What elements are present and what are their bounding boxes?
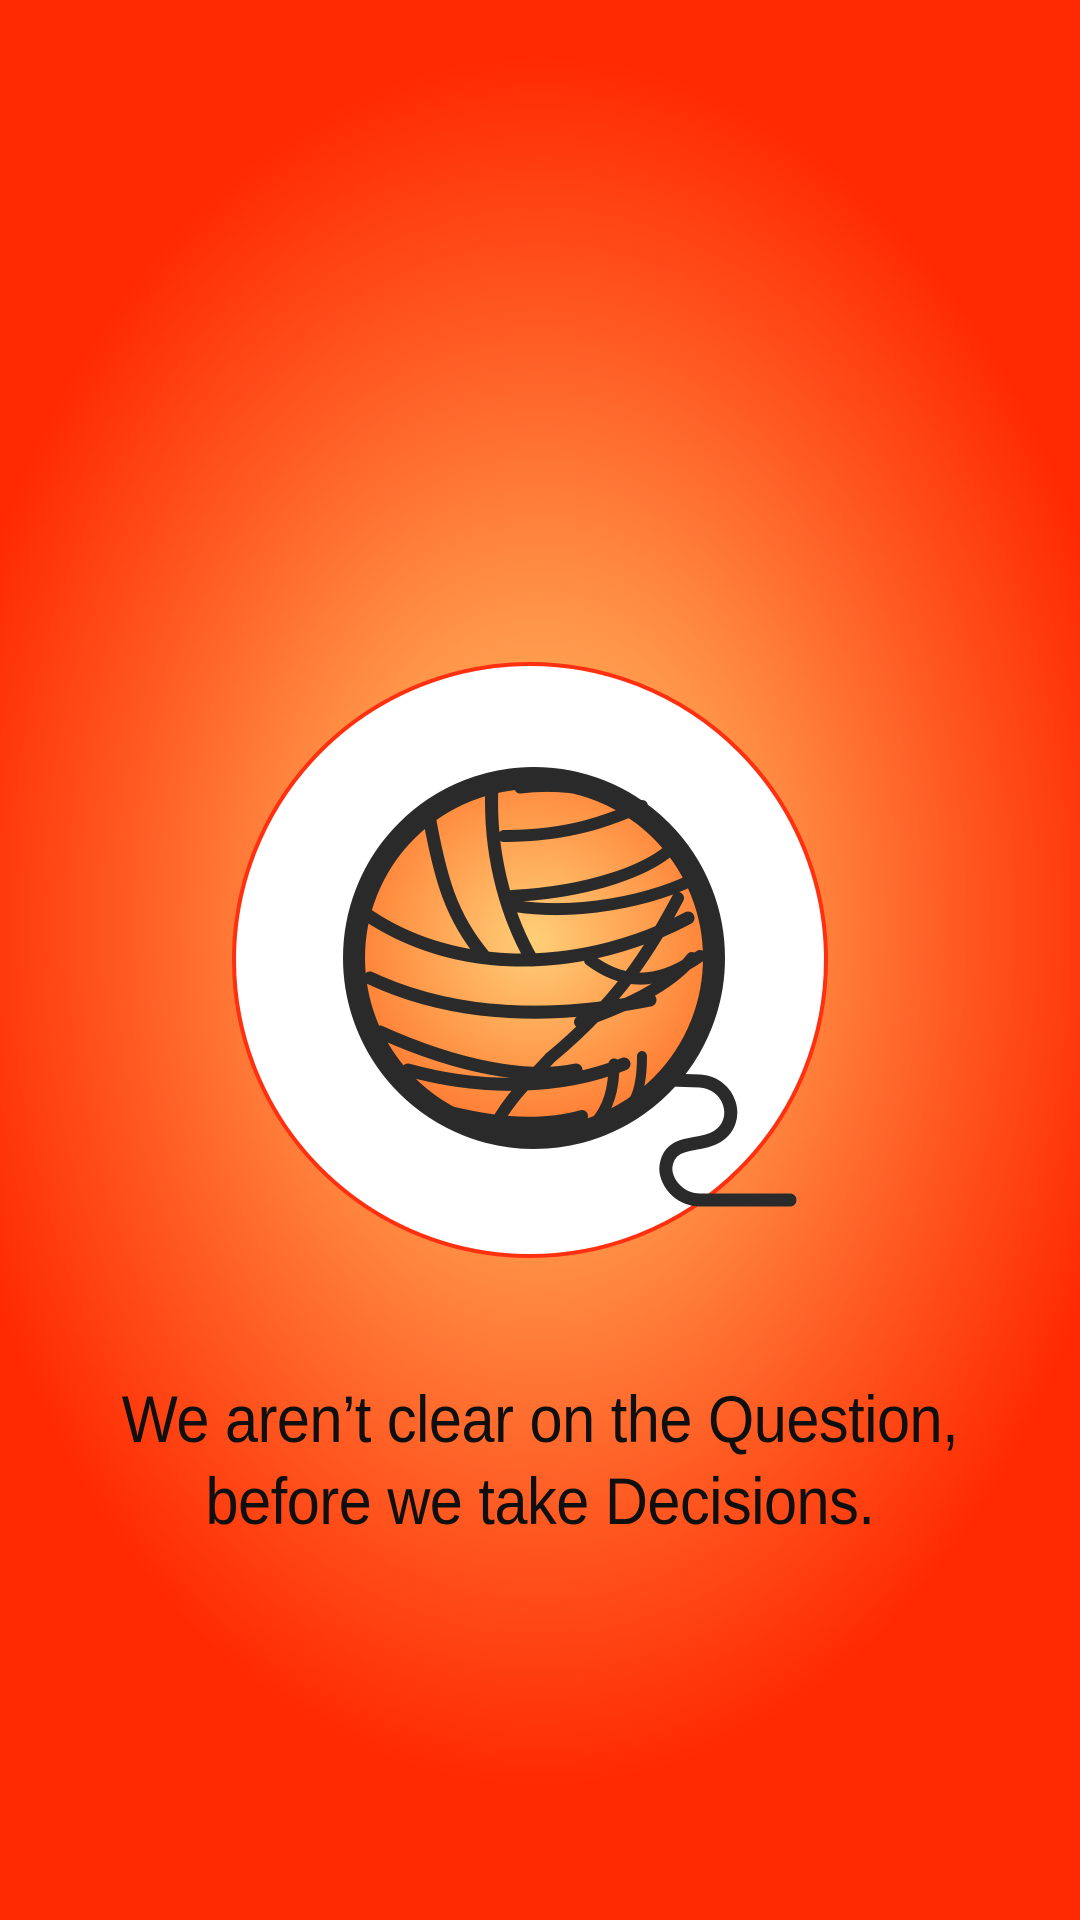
tagline-line-1: We aren’t clear on the Question,	[121, 1382, 959, 1456]
splash-screen: We aren’t clear on the Question, before …	[0, 0, 1080, 1920]
yarn-ball-q-icon	[230, 660, 830, 1260]
tagline: We aren’t clear on the Question, before …	[54, 1378, 1026, 1542]
tagline-line-2: before we take Decisions.	[205, 1464, 875, 1538]
